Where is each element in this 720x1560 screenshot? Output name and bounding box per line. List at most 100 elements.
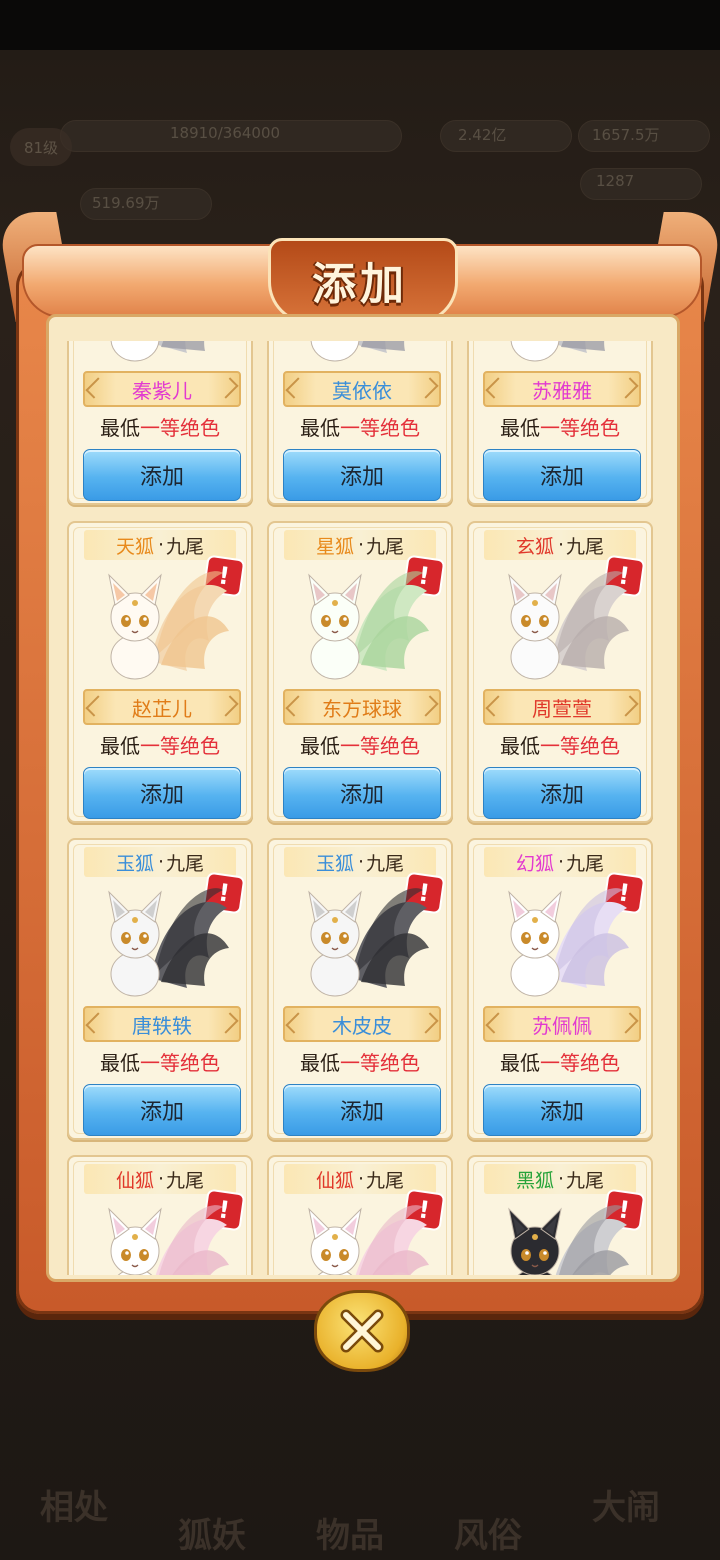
tail-count: 九尾 [566, 535, 605, 558]
fox-portrait [491, 561, 631, 683]
separator-dot: · [157, 1168, 165, 1190]
separator-dot: · [557, 851, 565, 873]
fox-portrait [491, 341, 631, 365]
tail-count: 九尾 [566, 852, 605, 875]
fox-card-grid[interactable]: 秦紫儿 最低一等绝色 添加 莫依依 最低一等绝色 添加 苏雅雅 最低一等绝色 添… [49, 341, 677, 1275]
separator-dot: · [357, 534, 365, 556]
gold-text: 519.69万 [92, 194, 160, 212]
min-grade-text: 最低一等绝色 [269, 730, 451, 759]
fox-card[interactable]: 秦紫儿 最低一等绝色 添加 [67, 341, 253, 505]
grade-value: 一等绝色 [540, 734, 620, 758]
bottom-tab-4: 风俗 [454, 1516, 522, 1556]
separator-dot: · [557, 1168, 565, 1190]
add-button[interactable]: 添加 [83, 1084, 241, 1136]
add-button[interactable]: 添加 [283, 1084, 441, 1136]
grade-prefix: 最低 [100, 416, 140, 440]
fox-card[interactable]: 仙狐 · 九尾! [267, 1155, 453, 1275]
fox-name: 唐轶轶 [83, 1006, 241, 1042]
add-button[interactable]: 添加 [83, 449, 241, 501]
fox-class: 黑狐 [515, 1169, 554, 1192]
fox-class: 玉狐 [115, 852, 154, 875]
fox-portrait [291, 341, 431, 365]
level-badge: 81级 [10, 128, 72, 166]
grade-prefix: 最低 [500, 416, 540, 440]
bottom-tab-2: 狐妖 [178, 1516, 246, 1556]
fox-card[interactable]: 黑狐 · 九尾! [467, 1155, 653, 1275]
add-button[interactable]: 添加 [283, 449, 441, 501]
grade-value: 一等绝色 [540, 1051, 620, 1075]
fox-class: 仙狐 [315, 1169, 354, 1192]
grade-value: 一等绝色 [340, 416, 420, 440]
bottom-tab-3: 物品 [316, 1516, 384, 1556]
tail-count: 九尾 [366, 1169, 405, 1192]
fox-card[interactable]: 天狐 · 九尾! 赵芷儿 最低一等绝色 添加 [67, 521, 253, 823]
min-grade-text: 最低一等绝色 [69, 1047, 251, 1076]
add-button[interactable]: 添加 [83, 767, 241, 819]
grade-value: 一等绝色 [540, 416, 620, 440]
add-button[interactable]: 添加 [483, 449, 641, 501]
tail-count: 九尾 [166, 852, 205, 875]
separator-dot: · [357, 851, 365, 873]
fox-name: 木皮皮 [283, 1006, 441, 1042]
grade-prefix: 最低 [300, 416, 340, 440]
fox-class: 幻狐 [515, 852, 554, 875]
bottom-tab-1: 相处 [40, 1488, 108, 1528]
grade-prefix: 最低 [500, 734, 540, 758]
tail-count: 九尾 [366, 852, 405, 875]
close-button[interactable] [314, 1290, 410, 1372]
fox-card[interactable]: 玉狐 · 九尾! 唐轶轶 最低一等绝色 添加 [67, 838, 253, 1140]
fox-portrait [491, 878, 631, 1000]
min-grade-text: 最低一等绝色 [469, 412, 651, 441]
bottom-tab-5: 大闹 [592, 1488, 660, 1528]
fox-class: 星狐 [315, 535, 354, 558]
fox-portrait [91, 878, 231, 1000]
min-grade-text: 最低一等绝色 [269, 412, 451, 441]
fox-name: 周萱萱 [483, 689, 641, 725]
fox-card[interactable]: 幻狐 · 九尾! 苏佩佩 最低一等绝色 添加 [467, 838, 653, 1140]
fox-class: 仙狐 [115, 1169, 154, 1192]
fox-class: 玉狐 [315, 852, 354, 875]
fox-portrait [91, 341, 231, 365]
fox-portrait [91, 561, 231, 683]
grade-prefix: 最低 [100, 1051, 140, 1075]
grade-value: 一等绝色 [340, 734, 420, 758]
add-button[interactable]: 添加 [283, 767, 441, 819]
grade-value: 一等绝色 [140, 1051, 220, 1075]
separator-dot: · [157, 851, 165, 873]
fox-name: 东方球球 [283, 689, 441, 725]
fox-portrait [291, 878, 431, 1000]
separator-dot: · [557, 534, 565, 556]
fox-card[interactable]: 莫依依最低一等绝色添加 [267, 341, 453, 505]
add-button[interactable]: 添加 [483, 1084, 641, 1136]
fox-class: 天狐 [115, 535, 154, 558]
modal-panel: 秦紫儿 最低一等绝色 添加 莫依依 最低一等绝色 添加 苏雅雅 最低一等绝色 添… [46, 314, 680, 1282]
add-button[interactable]: 添加 [483, 767, 641, 819]
fox-name: 莫依依 [283, 371, 441, 407]
grade-value: 一等绝色 [140, 734, 220, 758]
fox-name: 赵芷儿 [83, 689, 241, 725]
stat-c-text: 1287 [596, 172, 635, 190]
grade-value: 一等绝色 [340, 1051, 420, 1075]
fox-name: 苏雅雅 [483, 371, 641, 407]
fox-class: 玄狐 [515, 535, 554, 558]
fox-card[interactable]: 苏雅雅最低一等绝色添加 [467, 341, 653, 505]
fox-card[interactable]: 仙狐 · 九尾! [67, 1155, 253, 1275]
min-grade-text: 最低一等绝色 [269, 1047, 451, 1076]
separator-dot: · [157, 534, 165, 556]
close-x-icon [340, 1309, 384, 1353]
fox-card[interactable]: 玄狐 · 九尾! 周萱萱 最低一等绝色 添加 [467, 521, 653, 823]
separator-dot: · [357, 1168, 365, 1190]
fox-card[interactable]: 星狐 · 九尾! 东方球球 最低一等绝色 添加 [267, 521, 453, 823]
min-grade-text: 最低一等绝色 [69, 412, 251, 441]
min-grade-text: 最低一等绝色 [469, 1047, 651, 1076]
tail-count: 九尾 [166, 1169, 205, 1192]
grade-prefix: 最低 [300, 1051, 340, 1075]
exp-text: 18910/364000 [170, 124, 281, 142]
fox-portrait [91, 1195, 231, 1275]
fox-portrait [491, 1195, 631, 1275]
fox-name: 苏佩佩 [483, 1006, 641, 1042]
grade-value: 一等绝色 [140, 416, 220, 440]
fox-card[interactable]: 玉狐 · 九尾! 木皮皮 最低一等绝色 添加 [267, 838, 453, 1140]
grade-prefix: 最低 [100, 734, 140, 758]
fox-portrait [291, 561, 431, 683]
